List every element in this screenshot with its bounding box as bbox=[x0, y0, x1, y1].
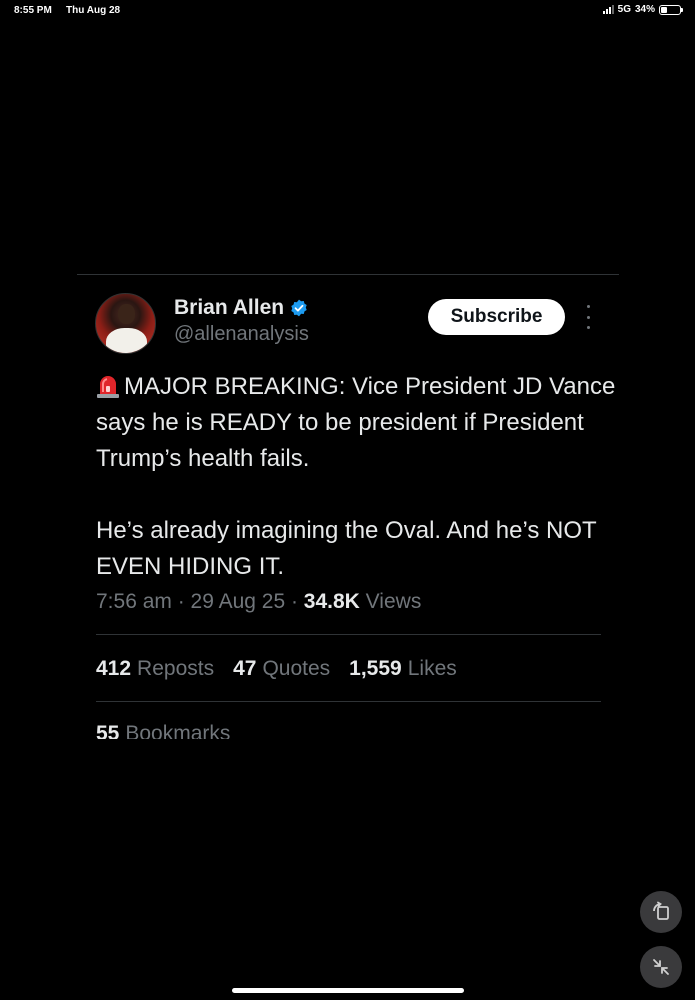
tweet-paragraph-1-text: MAJOR BREAKING: Vice President JD Vance … bbox=[96, 373, 616, 472]
tweet-timestamp[interactable]: 7:56 am · 29 Aug 25 · bbox=[96, 590, 304, 613]
avatar[interactable] bbox=[95, 293, 156, 354]
bookmarks-count: 55 bbox=[96, 722, 120, 739]
likes-count: 1,559 bbox=[349, 657, 402, 680]
quotes-stat[interactable]: 47 Quotes bbox=[233, 657, 330, 681]
likes-stat[interactable]: 1,559 Likes bbox=[349, 657, 457, 681]
avatar-head bbox=[118, 304, 135, 324]
verified-badge-icon bbox=[291, 299, 307, 317]
signal-icon bbox=[602, 5, 614, 14]
reposts-label: Reposts bbox=[137, 657, 215, 680]
views-label: Views bbox=[359, 590, 422, 613]
rotate-screen-icon bbox=[653, 901, 669, 920]
bookmarks-label: Bookmarks bbox=[125, 722, 231, 739]
tweet-stats: 412 Reposts 47 Quotes 1,559 Likes bbox=[96, 657, 457, 681]
bookmarks-row: 55 Bookmarks bbox=[96, 722, 230, 739]
author-name[interactable]: Brian Allen bbox=[174, 296, 308, 320]
tweet-meta: 7:56 am · 29 Aug 25 · 34.8K Views bbox=[96, 590, 421, 614]
collapse-arrows-icon bbox=[653, 959, 669, 975]
battery-icon bbox=[659, 4, 683, 15]
battery-fill bbox=[661, 6, 667, 13]
author-handle[interactable]: @allenanalysis bbox=[174, 323, 309, 346]
author-name-text: Brian Allen bbox=[174, 296, 285, 319]
likes-label: Likes bbox=[407, 657, 457, 680]
status-date: Thu Aug 28 bbox=[66, 5, 121, 16]
status-time: 8:55 PM bbox=[14, 5, 52, 16]
top-divider bbox=[77, 274, 619, 275]
status-bar: 8:55 PM Thu Aug 28 5G 34% bbox=[0, 0, 695, 22]
subscribe-button[interactable]: Subscribe bbox=[428, 299, 565, 335]
bookmarks-stat[interactable]: 55 Bookmarks bbox=[96, 722, 396, 739]
stats-divider-top bbox=[96, 634, 601, 635]
stats-divider-bottom bbox=[96, 701, 601, 702]
reposts-stat[interactable]: 412 Reposts bbox=[96, 657, 214, 681]
views-count: 34.8K bbox=[303, 590, 360, 613]
tweet-body: MAJOR BREAKING: Vice President JD Vance … bbox=[96, 369, 616, 585]
quotes-label: Quotes bbox=[262, 657, 331, 680]
home-indicator[interactable] bbox=[232, 988, 464, 993]
more-vertical-icon[interactable] bbox=[582, 305, 594, 329]
avatar-shirt bbox=[106, 328, 147, 353]
reposts-count: 412 bbox=[96, 657, 132, 680]
collapse-button[interactable] bbox=[640, 946, 682, 988]
tweet-paragraph-2: He’s already imagining the Oval. And he’… bbox=[96, 517, 597, 580]
status-indicators: 5G 34% bbox=[602, 4, 683, 15]
tweet-paragraph-1: MAJOR BREAKING: Vice President JD Vance … bbox=[96, 369, 616, 477]
network-label: 5G bbox=[617, 4, 631, 15]
rotate-screen-button[interactable] bbox=[640, 891, 682, 933]
battery-label: 34% bbox=[634, 4, 655, 15]
quotes-count: 47 bbox=[233, 657, 257, 680]
police-siren-emoji-icon bbox=[97, 376, 119, 398]
